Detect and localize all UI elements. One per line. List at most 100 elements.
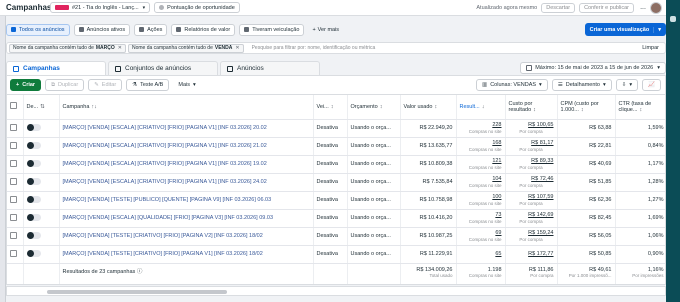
cpr-value[interactable]: R$ 100,65 xyxy=(509,122,553,129)
select-all-checkbox[interactable] xyxy=(7,95,24,120)
row-checkbox[interactable] xyxy=(7,227,24,246)
campaign-name-link[interactable]: [MARÇO] [VENDA] [ESCALA] [CRIATIVO] [FRI… xyxy=(59,119,314,138)
scrollbar-thumb[interactable] xyxy=(47,290,227,294)
results-cell[interactable]: 65 xyxy=(456,245,506,264)
checkbox-icon[interactable] xyxy=(10,177,17,185)
results-cell[interactable]: 168 Compras no site xyxy=(456,137,506,156)
right-side-panel[interactable] xyxy=(666,0,680,302)
results-cell[interactable]: 100 Compras no site xyxy=(456,191,506,210)
charts-button[interactable]: 📈 xyxy=(642,79,661,91)
results-cell[interactable]: 73 Compras no site xyxy=(456,209,506,228)
results-cell[interactable]: 69 Compras no site xyxy=(456,227,506,246)
preset-active-ads[interactable]: Anúncios ativos xyxy=(73,23,131,36)
columns-button[interactable]: ▥ Colunas: VENDAS ▾ xyxy=(475,79,548,91)
cpr-value[interactable]: R$ 159,24 xyxy=(509,230,553,237)
chevron-down-icon[interactable]: ▾ xyxy=(653,26,661,33)
row-checkbox[interactable] xyxy=(7,155,24,174)
preset-had-delivery[interactable]: Tiveram veiculação xyxy=(239,23,305,36)
results-value[interactable]: 73 xyxy=(460,212,501,219)
sort-icon[interactable]: ↕ xyxy=(581,107,584,113)
table-row[interactable]: [MARÇO] [VENDA] [ESCALA] [CRIATIVO] [FRI… xyxy=(7,173,665,192)
opportunity-score-button[interactable]: Pontuação de oportunidade xyxy=(154,2,240,13)
cost-per-result-cell[interactable]: R$ 142,69 Por compra xyxy=(505,209,558,228)
results-value[interactable]: 121 xyxy=(460,158,501,165)
delivery-toggle[interactable] xyxy=(23,119,60,138)
col-amount-spent[interactable]: Valor usado ↕ xyxy=(400,95,457,120)
cost-per-result-cell[interactable]: R$ 107,59 Por compra xyxy=(505,191,558,210)
sort-icon[interactable]: ↑↓ xyxy=(91,104,97,110)
preset-actions[interactable]: Ações xyxy=(134,23,168,36)
row-checkbox[interactable] xyxy=(7,191,24,210)
checkbox-icon[interactable] xyxy=(10,141,17,149)
checkbox-icon[interactable] xyxy=(10,195,17,203)
table-row[interactable]: [MARÇO] [VENDA] [ESCALA] [QUALIDADE] [FR… xyxy=(7,209,665,228)
cpr-value[interactable]: R$ 107,59 xyxy=(509,194,553,201)
results-value[interactable]: 228 xyxy=(460,122,501,129)
toggle-switch[interactable] xyxy=(26,231,41,239)
col-cpm[interactable]: CPM (custo por 1.000... ↕ xyxy=(557,95,616,120)
sort-icon[interactable]: ⇅ xyxy=(40,104,45,110)
toggle-switch[interactable] xyxy=(26,195,41,203)
toggle-switch[interactable] xyxy=(26,213,41,221)
create-button[interactable]: + Criar xyxy=(10,79,42,91)
table-row[interactable]: [MARÇO] [VENDA] [ESCALA] [CRIATIVO] [FRI… xyxy=(7,119,665,138)
sort-icon[interactable]: ↕ xyxy=(533,107,536,113)
sort-icon[interactable]: ↕ xyxy=(331,104,334,110)
row-checkbox[interactable] xyxy=(7,137,24,156)
preset-see-more[interactable]: + Ver mais xyxy=(308,24,343,36)
ab-test-button[interactable]: ⚗ Teste A/B xyxy=(126,79,170,91)
cost-per-result-cell[interactable]: R$ 89,33 Por compra xyxy=(505,155,558,174)
sort-icon[interactable]: ↕ xyxy=(639,107,642,113)
sort-icon[interactable]: ↕ xyxy=(434,104,437,110)
toggle-switch[interactable] xyxy=(26,249,41,257)
campaign-name-link[interactable]: [MARÇO] [VENDA] [ESCALA] [CRIATIVO] [FRI… xyxy=(59,155,314,174)
breakdown-button[interactable]: ☰ Detalhamento ▾ xyxy=(551,79,612,91)
results-cell[interactable]: 228 Compras no site xyxy=(456,119,506,138)
campaign-name-link[interactable]: [MARÇO] [VENDA] [TESTE] [PUBLICO] [QUENT… xyxy=(59,191,314,210)
filter-chip[interactable]: Nome da campanha contém tudo de VENDA ✕ xyxy=(127,43,244,53)
delivery-toggle[interactable] xyxy=(23,245,60,264)
cost-per-result-cell[interactable]: R$ 100,65 Por compra xyxy=(505,119,558,138)
checkbox-icon[interactable] xyxy=(10,213,17,221)
results-value[interactable]: 69 xyxy=(460,230,501,237)
col-cost-per-result[interactable]: Custo por resultado ↕ xyxy=(505,95,558,120)
row-checkbox[interactable] xyxy=(7,209,24,228)
col-delivery[interactable]: Vei... ↕ xyxy=(313,95,348,120)
preset-all-ads[interactable]: Todos os anúncios xyxy=(6,23,70,36)
cpr-value[interactable]: R$ 81,17 xyxy=(509,140,553,147)
export-button[interactable]: ⇩ ▾ xyxy=(615,79,639,91)
row-checkbox[interactable] xyxy=(7,173,24,192)
info-icon[interactable]: ⓘ xyxy=(137,269,143,275)
cost-per-result-cell[interactable]: R$ 159,24 Por compra xyxy=(505,227,558,246)
toggle-switch[interactable] xyxy=(26,141,41,149)
discard-button[interactable]: Descartar xyxy=(541,2,576,13)
delivery-toggle[interactable] xyxy=(23,227,60,246)
close-icon[interactable]: ✕ xyxy=(235,45,239,51)
publish-button[interactable]: Conferir e publicar xyxy=(579,2,634,13)
cost-per-result-cell[interactable]: R$ 72,46 Por compra xyxy=(505,173,558,192)
tab-campaigns[interactable]: Campanhas xyxy=(6,61,106,75)
table-row[interactable]: [MARÇO] [VENDA] [TESTE] [PUBLICO] [QUENT… xyxy=(7,191,665,210)
close-icon[interactable]: ✕ xyxy=(118,45,122,51)
col-results[interactable]: Result... ↓ xyxy=(456,95,506,120)
pin-icon[interactable] xyxy=(670,16,676,22)
campaign-name-link[interactable]: [MARÇO] [VENDA] [TESTE] [CRIATIVO] [FRIO… xyxy=(59,245,314,264)
results-value[interactable]: 104 xyxy=(460,176,501,183)
checkbox-icon[interactable] xyxy=(10,159,17,167)
table-row[interactable]: [MARÇO] [VENDA] [TESTE] [CRIATIVO] [FRIO… xyxy=(7,227,665,246)
clear-filters-link[interactable]: Limpar xyxy=(642,45,659,51)
campaign-name-link[interactable]: [MARÇO] [VENDA] [ESCALA] [CRIATIVO] [FRI… xyxy=(59,173,314,192)
account-selector[interactable]: #21 - Tia do Inglês - Lanç... ▾ xyxy=(50,2,151,13)
campaign-name-link[interactable]: [MARÇO] [VENDA] [TESTE] [CRIATIVO] [FRIO… xyxy=(59,227,314,246)
create-view-button[interactable]: Criar uma visualização ▾ xyxy=(584,23,666,36)
toggle-switch[interactable] xyxy=(26,159,41,167)
cpr-value[interactable]: R$ 89,33 xyxy=(509,158,553,165)
preset-value-reports[interactable]: Relatórios de valor xyxy=(171,23,236,36)
tab-ad-sets[interactable]: Conjuntos de anúncios xyxy=(108,61,218,75)
checkbox-icon[interactable] xyxy=(10,231,17,239)
table-row[interactable]: [MARÇO] [VENDA] [ESCALA] [CRIATIVO] [FRI… xyxy=(7,155,665,174)
delivery-toggle[interactable] xyxy=(23,191,60,210)
toggle-switch[interactable] xyxy=(26,123,41,131)
toggle-switch[interactable] xyxy=(26,177,41,185)
table-row[interactable]: [MARÇO] [VENDA] [TESTE] [CRIATIVO] [FRIO… xyxy=(7,245,665,264)
